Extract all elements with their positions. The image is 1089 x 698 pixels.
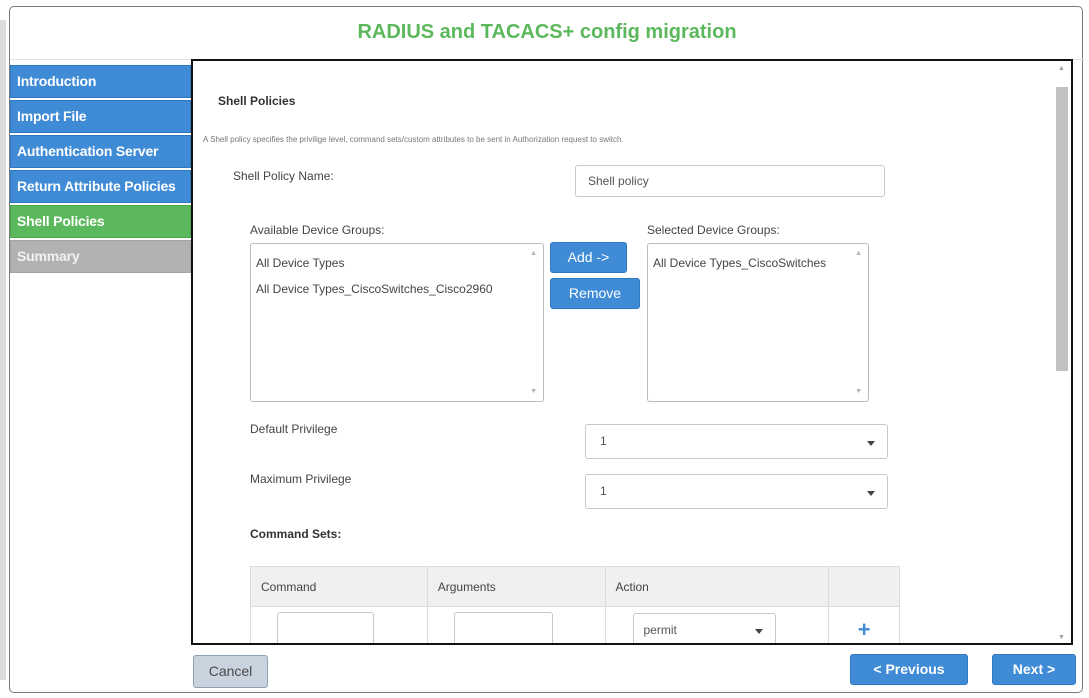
scroll-down-icon[interactable]: ▼ <box>1058 634 1065 641</box>
add-command-icon[interactable]: + <box>828 606 900 643</box>
action-select[interactable]: permit <box>632 612 776 643</box>
remove-group-button[interactable]: Remove <box>550 278 640 309</box>
available-groups-list[interactable]: All Device Types All Device Types_CiscoS… <box>250 243 544 402</box>
list-item[interactable]: All Device Types_CiscoSwitches_Cisco2960 <box>251 276 543 302</box>
table-header-row: Command Arguments Action <box>250 566 900 607</box>
list-item[interactable]: All Device Types_CiscoSwitches <box>648 250 868 276</box>
dialog-title: RADIUS and TACACS+ config migration <box>357 21 737 43</box>
sidebar-item-shell-policies[interactable]: Shell Policies <box>10 205 191 238</box>
maximum-privilege-select[interactable]: 1 <box>585 474 888 509</box>
sidebar-item-authentication-server[interactable]: Authentication Server <box>10 135 191 168</box>
scroll-up-icon[interactable]: ▲ <box>530 250 537 257</box>
background-edge <box>0 20 6 680</box>
selected-groups-label: Selected Device Groups: <box>647 223 780 237</box>
sidebar-item-summary[interactable]: Summary <box>10 240 191 273</box>
scroll-up-icon[interactable]: ▲ <box>1058 65 1065 72</box>
maximum-privilege-value: 1 <box>600 484 607 498</box>
scrollbar-thumb[interactable] <box>1056 87 1068 371</box>
sidebar-item-introduction[interactable]: Introduction <box>10 65 191 98</box>
policy-name-input[interactable]: Shell policy <box>575 165 885 197</box>
column-header-add <box>828 566 900 607</box>
previous-button[interactable]: < Previous <box>850 654 968 685</box>
list-item[interactable]: All Device Types <box>251 250 543 276</box>
scroll-down-icon[interactable]: ▼ <box>855 388 862 395</box>
next-button[interactable]: Next > <box>992 654 1076 685</box>
wizard-sidebar: Introduction Import File Authentication … <box>10 65 191 275</box>
section-title: Shell Policies <box>218 94 296 108</box>
default-privilege-label: Default Privilege <box>250 422 338 436</box>
column-header-action: Action <box>604 566 830 607</box>
scroll-up-icon[interactable]: ▲ <box>855 250 862 257</box>
default-privilege-value: 1 <box>600 434 607 448</box>
default-privilege-select[interactable]: 1 <box>585 424 888 459</box>
command-sets-label: Command Sets: <box>250 527 342 541</box>
cancel-button[interactable]: Cancel <box>193 655 268 688</box>
add-group-button[interactable]: Add -> <box>550 242 627 273</box>
chevron-down-icon <box>867 440 875 446</box>
scroll-down-icon[interactable]: ▼ <box>530 388 537 395</box>
policy-name-label: Shell Policy Name: <box>233 169 334 183</box>
sidebar-item-return-attribute-policies[interactable]: Return Attribute Policies <box>10 170 191 203</box>
action-cell: permit <box>604 606 830 643</box>
arguments-cell <box>426 606 606 643</box>
section-description: A Shell policy specifies the privilige l… <box>203 135 624 144</box>
sidebar-item-import-file[interactable]: Import File <box>10 100 191 133</box>
chevron-down-icon <box>867 490 875 496</box>
command-sets-table: Command Arguments Action permit + <box>250 566 900 643</box>
maximum-privilege-label: Maximum Privilege <box>250 472 352 486</box>
shell-policies-panel: Shell Policies A Shell policy specifies … <box>191 59 1073 645</box>
available-groups-label: Available Device Groups: <box>250 223 385 237</box>
command-input[interactable] <box>277 611 374 643</box>
command-cell <box>250 606 428 643</box>
chevron-down-icon <box>754 628 763 634</box>
migration-dialog: RADIUS and TACACS+ config migration Intr… <box>9 6 1084 693</box>
action-value: permit <box>643 622 677 637</box>
panel-scrollbar[interactable]: ▲ ▼ <box>1055 63 1069 641</box>
table-row: permit + <box>250 606 900 643</box>
column-header-command: Command <box>250 566 428 607</box>
column-header-arguments: Arguments <box>426 566 606 607</box>
selected-groups-list[interactable]: All Device Types_CiscoSwitches ▲ ▼ <box>647 243 869 402</box>
arguments-input[interactable] <box>453 611 553 643</box>
